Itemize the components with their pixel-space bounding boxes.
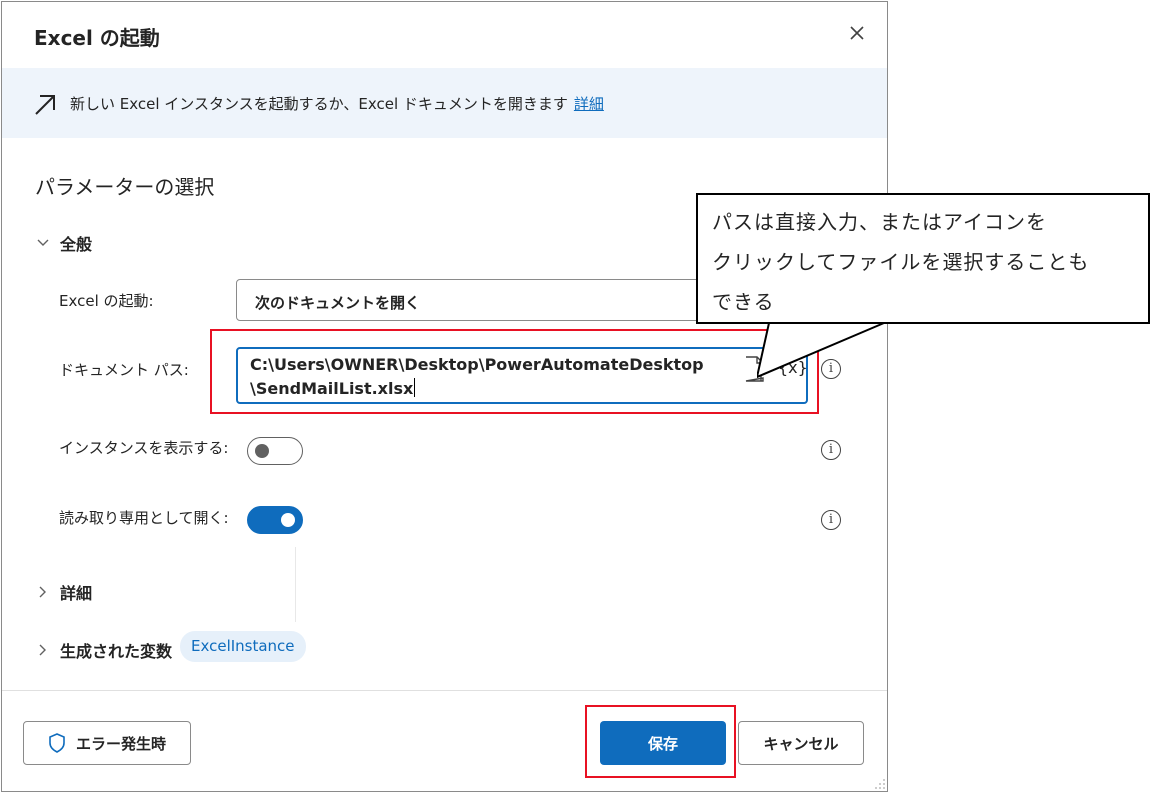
path-line-2-text: \SendMailList.xlsx (250, 379, 414, 398)
dialog-title: Excel の起動 (34, 26, 160, 50)
group-details-label: 詳細 (60, 584, 93, 603)
read-only-label: 読み取り専用として開く: (59, 509, 229, 527)
read-only-toggle[interactable] (247, 506, 303, 534)
info-text: 新しい Excel インスタンスを起動するか、Excel ドキュメントを開きます… (70, 93, 604, 114)
callout-line-2: クリックしてファイルを選択することも (712, 250, 1090, 274)
shield-icon (49, 733, 65, 753)
save-button[interactable]: 保存 (600, 721, 726, 765)
show-instance-toggle[interactable] (247, 437, 303, 465)
text-caret (414, 378, 416, 397)
info-icon[interactable]: i (821, 510, 841, 530)
arrow-up-right-icon (35, 95, 55, 115)
callout-line-3: できる (712, 290, 775, 314)
chevron-right-icon (39, 644, 46, 656)
launch-mode-select[interactable]: 次のドキュメントを開く (236, 279, 706, 321)
excel-launch-dialog: Excel の起動 新しい Excel インスタンスを起動するか、Excel ド… (1, 1, 888, 792)
callout-tail (757, 321, 885, 379)
on-error-button[interactable]: エラー発生時 (23, 721, 191, 765)
variable-chip[interactable]: ExcelInstance (180, 631, 306, 662)
launch-label: Excel の起動: (59, 292, 154, 310)
callout-line-1: パスは直接入力、またはアイコンを (712, 210, 1047, 234)
close-icon[interactable] (844, 20, 870, 46)
callout-annotation: パスは直接入力、またはアイコンを クリックしてファイルを選択することも できる (696, 193, 1150, 324)
on-error-label: エラー発生時 (75, 734, 166, 753)
info-bar: 新しい Excel インスタンスを起動するか、Excel ドキュメントを開きます… (2, 68, 887, 138)
group-general-header[interactable]: 全般 (36, 231, 92, 255)
chevron-down-icon (37, 239, 49, 246)
document-path-label: ドキュメント パス: (59, 361, 189, 379)
toggle-knob (255, 444, 269, 458)
cancel-button[interactable]: キャンセル (738, 721, 864, 765)
path-line-2: \SendMailList.xlsx (250, 378, 416, 398)
chevron-right-icon (39, 586, 46, 598)
divider (295, 547, 296, 622)
resize-grip-icon[interactable] (874, 778, 886, 790)
path-line-1: C:\Users\OWNER\Desktop\PowerAutomateDesk… (250, 355, 704, 374)
document-path-input[interactable]: C:\Users\OWNER\Desktop\PowerAutomateDesk… (236, 347, 808, 404)
info-icon[interactable]: i (821, 440, 841, 460)
section-title: パラメーターの選択 (35, 175, 215, 199)
group-variables-label: 生成された変数 (60, 642, 173, 661)
details-link[interactable]: 詳細 (574, 95, 604, 113)
footer-divider (2, 690, 887, 691)
info-description: 新しい Excel インスタンスを起動するか、Excel ドキュメントを開きます (70, 95, 568, 113)
group-general-label: 全般 (60, 235, 93, 254)
toggle-knob (281, 513, 295, 527)
group-variables-header[interactable]: 生成された変数 (36, 638, 172, 662)
show-instance-label: インスタンスを表示する: (59, 439, 229, 457)
group-details-header[interactable]: 詳細 (36, 580, 92, 604)
